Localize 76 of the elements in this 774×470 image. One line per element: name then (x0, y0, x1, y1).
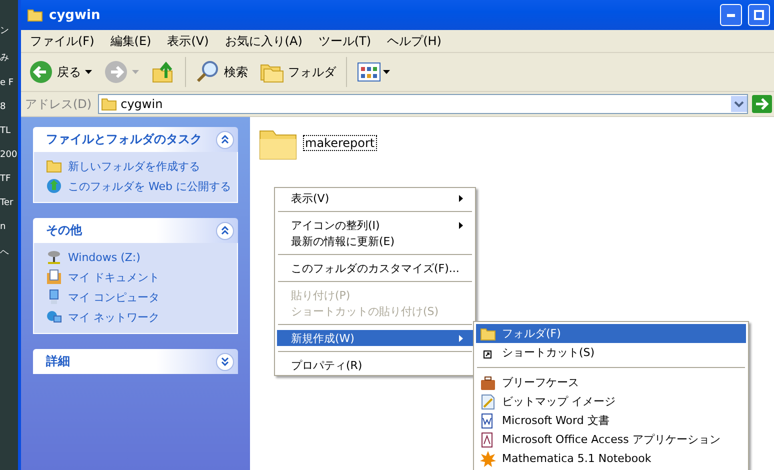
network-drive-icon (46, 249, 62, 265)
maximize-icon (754, 10, 764, 20)
file-name[interactable]: makereport (304, 136, 376, 150)
folder-icon (100, 96, 117, 112)
task-link[interactable]: 新しいフォルダを作成する (46, 158, 227, 174)
collapse-chevron-icon (221, 226, 229, 235)
briefcase-icon (480, 374, 496, 390)
context-menu-item[interactable]: アイコンの整列(I) (277, 217, 473, 233)
submenu-item[interactable]: Microsoft Office Access アプリケーション (476, 430, 746, 449)
address-field[interactable]: cygwin (98, 94, 748, 114)
window-title: cygwin (49, 8, 102, 22)
task-link[interactable]: このフォルダを Web に公開する (46, 178, 227, 194)
submenu-item[interactable]: ショートカット(S) (476, 343, 746, 362)
caret-icon (85, 70, 92, 74)
address-label: アドレス(D) (24, 96, 93, 112)
submenu-item[interactable]: Mathematica 5.1 Notebook (476, 449, 746, 468)
desktop-icon-label: TF (0, 174, 12, 184)
desktop-icon-label: み (0, 52, 10, 64)
menu-item[interactable]: お気に入り(A) (218, 31, 310, 51)
menu-item[interactable]: ファイル(F) (23, 31, 102, 51)
desktop-icon-label: 200 (0, 150, 18, 160)
globe-icon (46, 178, 62, 194)
submenu-item[interactable]: ブリーフケース (476, 373, 746, 392)
submenu-arrow-icon (459, 194, 463, 202)
context-menu-item[interactable]: 表示(V) (277, 190, 473, 206)
search-icon (196, 60, 220, 84)
context-menu-item[interactable]: プロパティ(R) (277, 357, 473, 373)
submenu-item[interactable]: フォルダ(F) (476, 324, 746, 343)
submenu-item[interactable]: ビットマップ イメージ (476, 392, 746, 411)
desktop-icon-label: ン (0, 25, 10, 37)
panel-title: 詳細 (46, 353, 70, 370)
documents-icon (46, 269, 62, 285)
menu-item[interactable]: 表示(V) (160, 31, 216, 51)
folders-button[interactable]: フォルダ (256, 56, 340, 88)
context-menu-item[interactable]: 最新の情報に更新(E) (277, 233, 473, 249)
minimize-button[interactable] (720, 4, 742, 26)
panel-title: その他 (46, 222, 82, 239)
panel-toggle-button[interactable] (216, 222, 234, 240)
submenu-arrow-icon (459, 334, 463, 342)
folder-icon (27, 7, 43, 23)
network-icon (46, 309, 62, 325)
panel-toggle-button[interactable] (216, 352, 234, 370)
task-link[interactable]: マイ ネットワーク (46, 309, 227, 325)
menu-item[interactable]: ヘルプ(H) (380, 31, 448, 51)
back-button[interactable]: 戻る (25, 56, 96, 88)
submenu-item[interactable]: Microsoft Word 文書 (476, 411, 746, 430)
desktop-icon-label: TL (0, 126, 12, 136)
panel-title: ファイルとフォルダのタスク (46, 131, 202, 148)
folder-icon (480, 326, 496, 342)
desktop-icon-label: ヘ (0, 247, 10, 259)
task-link[interactable]: マイ コンピュータ (46, 289, 227, 305)
desktop-icon-label: e F (0, 78, 15, 88)
desktop-icon-label: 8 (0, 102, 7, 112)
folder-up-arrow-icon (151, 60, 175, 84)
go-arrow-icon[interactable] (752, 95, 772, 113)
menu-item[interactable]: ツール(T) (311, 31, 378, 51)
paint-image-icon (480, 394, 496, 410)
collapse-chevron-icon (221, 135, 229, 144)
expand-chevron-icon (221, 357, 229, 366)
menu-item[interactable]: 編集(E) (103, 31, 158, 51)
panel-toggle-button[interactable] (216, 130, 234, 148)
dropdown-icon[interactable] (731, 96, 747, 112)
search-button[interactable]: 検索 (192, 56, 252, 88)
desktop-icon-label: n (0, 222, 7, 232)
star-burst-icon (480, 450, 496, 466)
maximize-button[interactable] (748, 4, 770, 26)
submenu-arrow-icon (459, 222, 463, 228)
context-menu-item[interactable]: 新規作成(W) (277, 330, 473, 346)
folder-icon (46, 158, 62, 174)
context-menu-item[interactable]: このフォルダのカスタマイズ(F)... (277, 260, 473, 276)
task-link[interactable]: マイ ドキュメント (46, 269, 227, 285)
minimize-icon (727, 14, 735, 16)
desktop-icon-label: Ter (0, 198, 14, 208)
caret-icon (132, 70, 139, 74)
task-link[interactable]: Windows (Z:) (46, 249, 227, 265)
views-grid-icon (357, 60, 391, 84)
